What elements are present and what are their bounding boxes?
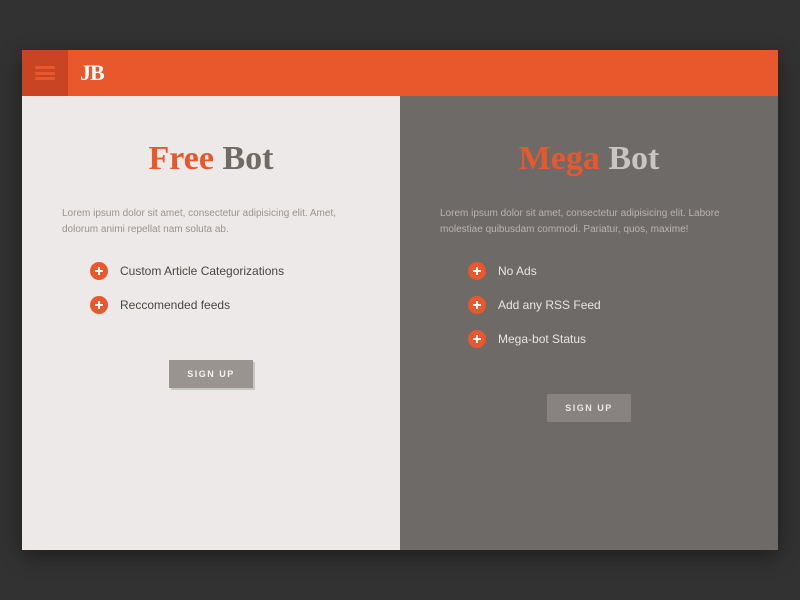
signup-button[interactable]: SIGN UP — [169, 360, 253, 388]
plus-icon — [90, 262, 108, 280]
plan-title-accent: Free — [149, 140, 214, 177]
plan-mega: Mega Bot Lorem ipsum dolor sit amet, con… — [400, 96, 778, 550]
logo-text: JB — [80, 60, 104, 86]
feature-label: Add any RSS Feed — [498, 298, 601, 312]
plan-title-accent: Mega — [519, 140, 600, 177]
plus-icon — [468, 262, 486, 280]
top-bar: JB — [22, 50, 778, 96]
logo: JB — [68, 50, 104, 96]
plan-title: Free Bot — [62, 140, 360, 178]
pricing-panels: Free Bot Lorem ipsum dolor sit amet, con… — [22, 96, 778, 550]
feature-item: Add any RSS Feed — [468, 296, 738, 314]
feature-label: No Ads — [498, 264, 537, 278]
plan-free: Free Bot Lorem ipsum dolor sit amet, con… — [22, 96, 400, 550]
plan-description: Lorem ipsum dolor sit amet, consectetur … — [440, 206, 738, 238]
feature-item: Reccomended feeds — [90, 296, 360, 314]
feature-list: No Ads Add any RSS Feed Mega-bot Status — [440, 262, 738, 364]
plan-description: Lorem ipsum dolor sit amet, consectetur … — [62, 206, 360, 238]
feature-item: Custom Article Categorizations — [90, 262, 360, 280]
signup-button[interactable]: SIGN UP — [547, 394, 631, 422]
menu-button[interactable] — [22, 50, 68, 96]
cta-wrap: SIGN UP — [62, 360, 360, 388]
feature-item: No Ads — [468, 262, 738, 280]
plan-title-rest: Bot — [214, 140, 274, 177]
cta-wrap: SIGN UP — [440, 394, 738, 422]
plus-icon — [90, 296, 108, 314]
feature-label: Mega-bot Status — [498, 332, 586, 346]
plan-title: Mega Bot — [440, 140, 738, 178]
plan-title-rest: Bot — [600, 140, 660, 177]
plus-icon — [468, 330, 486, 348]
feature-label: Reccomended feeds — [120, 298, 230, 312]
feature-label: Custom Article Categorizations — [120, 264, 284, 278]
hamburger-icon — [35, 66, 55, 80]
app-window: JB Free Bot Lorem ipsum dolor sit amet, … — [22, 50, 778, 550]
feature-list: Custom Article Categorizations Reccomend… — [62, 262, 360, 330]
plus-icon — [468, 296, 486, 314]
feature-item: Mega-bot Status — [468, 330, 738, 348]
